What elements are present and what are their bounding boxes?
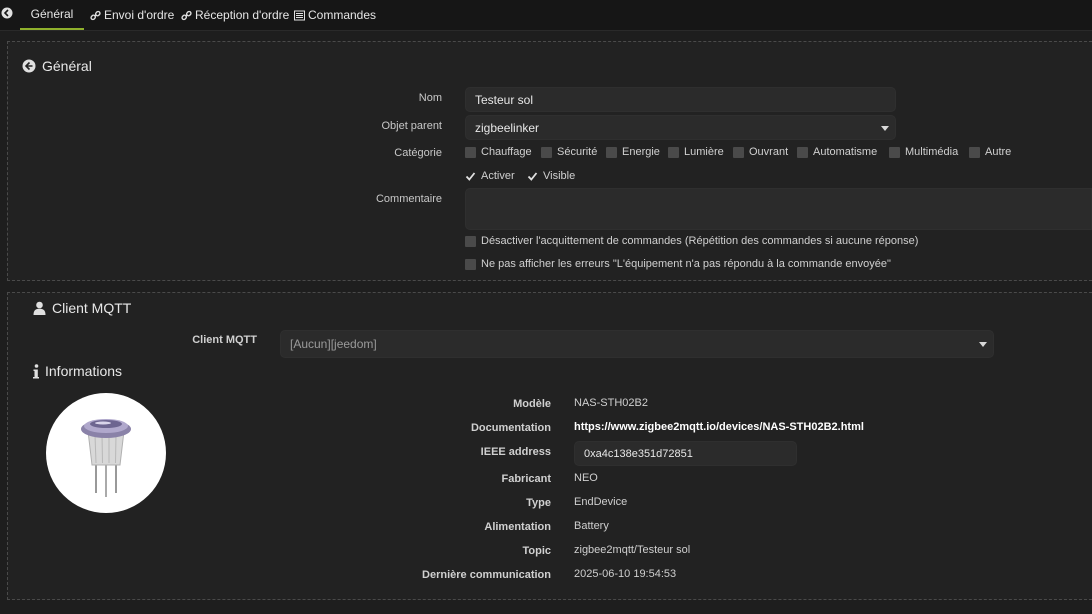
info-label-ieee: IEEE address [480, 446, 551, 458]
checkbox-box[interactable] [465, 235, 476, 247]
info-value-type: EndDevice [574, 496, 628, 508]
commentaire-textarea[interactable] [465, 188, 1092, 230]
documentation-link[interactable]: https://www.zigbee2mqtt.io/devices/NAS-S… [574, 421, 864, 433]
back-button[interactable] [0, 6, 14, 20]
checkbox-box[interactable] [969, 146, 980, 158]
category-chauffage-checkbox[interactable]: Chauffage [465, 146, 532, 158]
checkbox-box[interactable] [465, 258, 476, 270]
category-lumiere-checkbox[interactable]: Lumière [668, 146, 724, 158]
checkbox-box[interactable] [606, 146, 617, 158]
activer-checkbox[interactable]: Activer [465, 170, 515, 182]
chevron-down-icon [881, 125, 889, 131]
info-label-type: Type [526, 497, 551, 509]
checkmark-icon [527, 171, 538, 181]
category-ouvrant-checkbox[interactable]: Ouvrant [733, 146, 788, 158]
checkmark-icon [465, 171, 476, 181]
tab-reception-ordre[interactable]: Réception d'ordre [181, 0, 289, 30]
checkbox-box[interactable] [541, 146, 552, 158]
objet-parent-label: Objet parent [381, 120, 442, 132]
device-image [46, 393, 166, 513]
categorie-label: Catégorie [394, 147, 442, 159]
info-value-alimentation: Battery [574, 520, 609, 532]
category-multimedia-checkbox[interactable]: Multimédia [889, 146, 958, 158]
info-label-fabricant: Fabricant [501, 473, 551, 485]
info-value-modele: NAS-STH02B2 [574, 397, 648, 409]
nom-input[interactable]: Testeur sol [465, 87, 896, 112]
chevron-down-icon [979, 342, 987, 347]
category-energie-checkbox[interactable]: Energie [606, 146, 660, 158]
client-mqtt-select[interactable]: [Aucun][jeedom] [280, 330, 994, 358]
user-icon [33, 301, 46, 315]
commentaire-label: Commentaire [375, 193, 442, 205]
nom-label: Nom [418, 92, 442, 104]
info-label-topic: Topic [522, 545, 551, 557]
ieee-address-field[interactable]: 0xa4c138e351d72851 [574, 441, 797, 466]
checkbox-box[interactable] [465, 146, 476, 158]
disable-ack-checkbox[interactable]: Désactiver l'acquittement de commandes (… [465, 235, 918, 247]
info-value-derniere-communication: 2025-06-10 19:54:53 [574, 568, 677, 580]
info-value-topic: zigbee2mqtt/Testeur sol [574, 544, 691, 556]
client-mqtt-title: Client MQTT [33, 300, 131, 316]
tab-bar: Général Envoi d'ordre Réception d'ordre … [0, 0, 1092, 31]
soil-sensor-image [81, 419, 131, 497]
back-circle-icon [22, 59, 36, 73]
visible-checkbox[interactable]: Visible [527, 170, 575, 182]
checkbox-box[interactable] [889, 146, 900, 158]
link-icon [181, 10, 192, 20]
info-icon [33, 363, 39, 378]
info-label-modele: Modèle [513, 398, 551, 410]
info-label-alimentation: Alimentation [484, 521, 551, 533]
checkbox-box[interactable] [797, 146, 808, 158]
checkbox-box[interactable] [733, 146, 744, 158]
link-icon [90, 10, 101, 20]
tab-commandes[interactable]: Commandes [294, 0, 376, 30]
hide-errors-checkbox[interactable]: Ne pas afficher les erreurs "L'équipemen… [465, 258, 891, 270]
list-icon [294, 10, 305, 20]
back-arrow-icon [1, 7, 13, 19]
informations-title: Informations [33, 363, 122, 379]
info-label-documentation: Documentation [470, 422, 551, 434]
category-securite-checkbox[interactable]: Sécurité [541, 146, 597, 158]
info-label-derniere-communication: Dernière communication [422, 569, 551, 581]
client-mqtt-label: Client MQTT [192, 334, 257, 346]
checkbox-box[interactable] [668, 146, 679, 158]
category-automatisme-checkbox[interactable]: Automatisme [797, 146, 877, 158]
tab-general[interactable]: Général [20, 0, 84, 30]
tab-envoi-ordre[interactable]: Envoi d'ordre [90, 0, 174, 30]
info-value-fabricant: NEO [574, 472, 598, 484]
category-autre-checkbox[interactable]: Autre [969, 146, 1011, 158]
objet-parent-select[interactable]: zigbeelinker [465, 115, 896, 140]
general-title: Général [22, 58, 92, 74]
